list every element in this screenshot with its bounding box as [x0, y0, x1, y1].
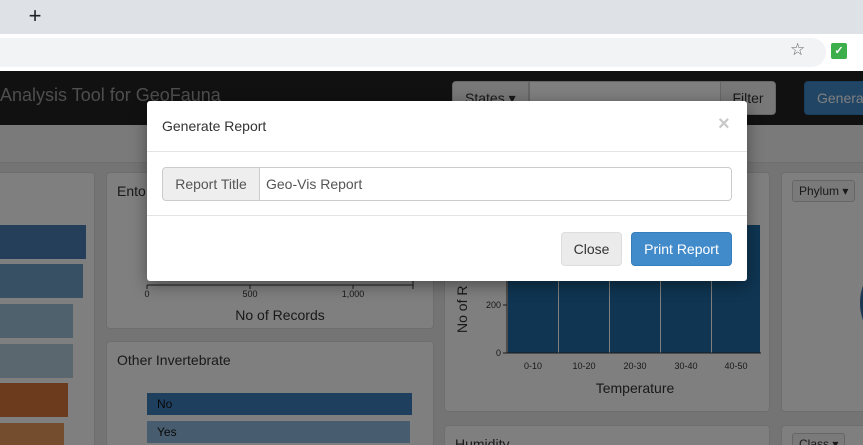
modal-body: Report Title Geo-Vis Report: [147, 152, 747, 216]
bookmark-star-icon[interactable]: ☆: [790, 40, 805, 60]
browser-toolbar: ☆ ✓: [0, 34, 863, 71]
new-tab-icon[interactable]: +: [22, 4, 48, 30]
modal-title: Generate Report: [162, 118, 267, 134]
close-button[interactable]: Close: [561, 232, 622, 266]
modal-header: Generate Report ×: [147, 101, 747, 152]
report-title-label: Report Title: [162, 167, 260, 201]
generate-report-modal: Generate Report × Report Title Geo-Vis R…: [147, 101, 747, 281]
browser-tab-strip: +: [0, 0, 863, 34]
print-report-button[interactable]: Print Report: [631, 232, 732, 266]
address-bar[interactable]: [0, 38, 826, 67]
report-title-input[interactable]: Geo-Vis Report: [259, 167, 732, 201]
close-icon[interactable]: ×: [718, 114, 730, 134]
extension-icon[interactable]: ✓: [831, 43, 847, 59]
